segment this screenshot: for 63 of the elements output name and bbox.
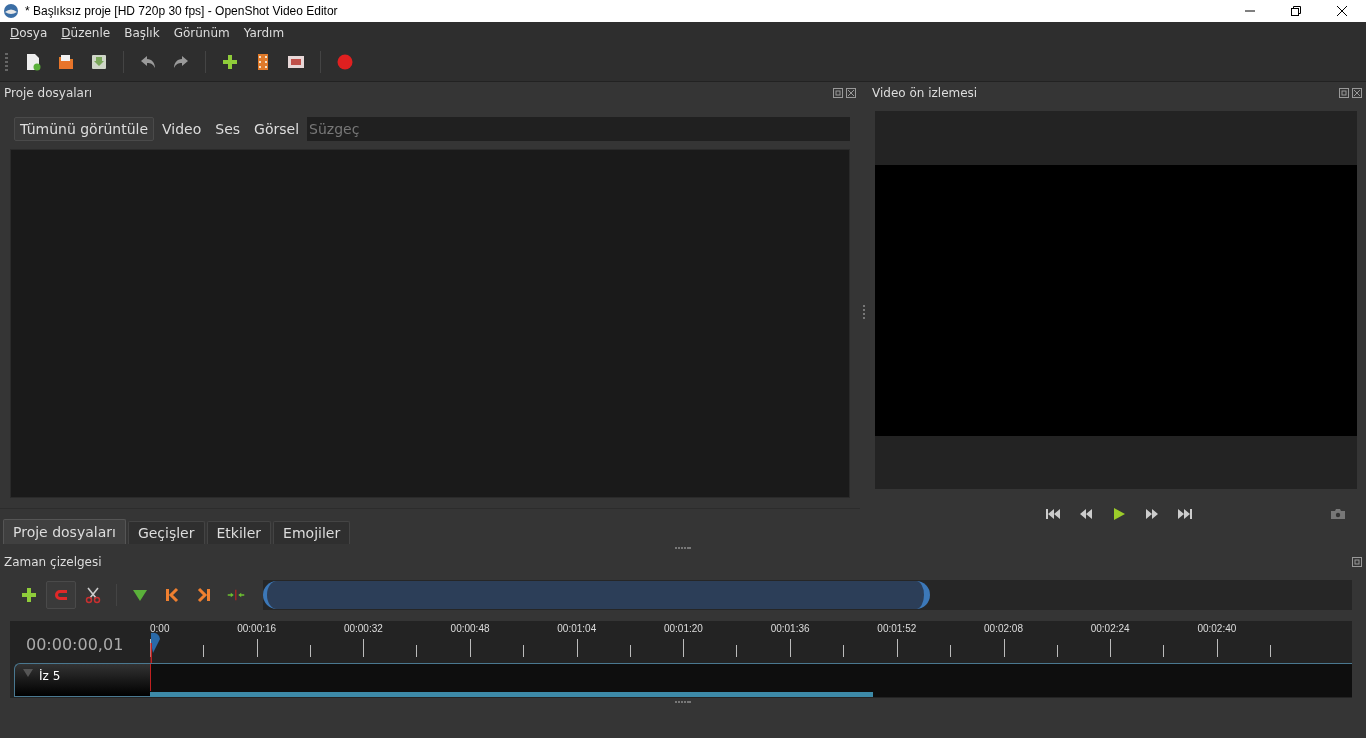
menu-item[interactable]: Yardım (243, 25, 285, 40)
film-frame-icon[interactable] (287, 53, 305, 71)
track-name: İz 5 (39, 669, 61, 683)
filter-tab[interactable]: Görsel (248, 116, 306, 141)
snap-button[interactable] (46, 581, 76, 609)
ruler-label: 00:01:52 (877, 623, 917, 634)
scissors-icon[interactable] (84, 586, 102, 604)
menu-item[interactable]: Başlık (124, 25, 160, 40)
panel-title: Proje dosyaları (4, 85, 93, 100)
menu-item[interactable]: Dosya (10, 25, 48, 40)
previous-marker-icon[interactable] (163, 586, 181, 604)
float-icon[interactable] (1352, 557, 1362, 567)
collapse-icon (23, 669, 33, 677)
splitter-handle-icon[interactable] (675, 547, 691, 549)
add-icon[interactable] (221, 53, 239, 71)
save-icon[interactable] (90, 53, 108, 71)
track-header[interactable]: İz 5 (14, 663, 150, 697)
panel-tab[interactable]: Etkiler (206, 521, 272, 544)
ruler-label: 00:02:24 (1090, 623, 1130, 634)
maximize-icon[interactable] (1291, 6, 1301, 16)
jump-start-icon[interactable] (1045, 508, 1061, 520)
horizontal-scrollbar[interactable] (150, 692, 873, 697)
record-icon[interactable] (336, 53, 354, 71)
ruler-label: 00:00:32 (343, 623, 383, 634)
camera-icon[interactable] (1330, 508, 1346, 520)
ruler-label: 00:00:16 (237, 623, 277, 634)
panel-tab[interactable]: Proje dosyaları (3, 519, 126, 544)
float-icon[interactable] (1339, 88, 1349, 98)
panel-tab[interactable]: Geçişler (127, 521, 205, 544)
filter-tab[interactable]: Ses (209, 116, 247, 141)
window-title: * Başlıksız proje [HD 720p 30 fps] - OpenShot Video Editor (25, 4, 339, 18)
float-icon[interactable] (833, 87, 843, 98)
filter-field[interactable]: Süzgeç (307, 116, 850, 141)
toolbar-grip-icon (5, 52, 9, 72)
panel-title: Zaman çizelgesi (4, 555, 102, 569)
panel-tab[interactable]: Emojiler (273, 521, 351, 544)
new-file-icon[interactable] (24, 53, 42, 71)
magnet-icon (53, 588, 69, 602)
app-logo-icon (3, 3, 19, 19)
next-marker-icon[interactable] (195, 586, 213, 604)
ruler-label: 0:00 (150, 623, 170, 634)
panel-title: Video ön izlemesi (872, 86, 978, 100)
close-icon[interactable] (1337, 6, 1347, 16)
splitter-handle-icon[interactable] (863, 305, 865, 321)
filter-tab[interactable]: Video (156, 116, 208, 141)
fast-forward-icon[interactable] (1144, 508, 1160, 520)
ruler-label: 00:00:48 (450, 623, 490, 634)
ruler-label: 00:01:20 (663, 623, 703, 634)
folder-icon[interactable] (57, 53, 75, 71)
ruler-label: 00:02:40 (1197, 623, 1237, 634)
ruler-label: 00:01:36 (770, 623, 810, 634)
play-icon[interactable] (1111, 508, 1127, 520)
rewind-icon[interactable] (1078, 508, 1094, 520)
timecode: 00:00:00,01 (25, 634, 125, 656)
ruler-label: 00:01:04 (557, 623, 597, 634)
ruler-label: 00:02:08 (984, 623, 1023, 634)
menu-item[interactable]: Görünüm (173, 25, 230, 40)
jump-end-icon[interactable] (1177, 508, 1193, 520)
filter-tab[interactable]: Tümünü görüntüle (14, 116, 155, 141)
zoom-range-handle[interactable] (263, 581, 930, 609)
splitter-handle-icon[interactable] (675, 701, 691, 703)
menu-item[interactable]: Düzenle (61, 25, 111, 40)
add-track-icon[interactable] (20, 586, 38, 604)
